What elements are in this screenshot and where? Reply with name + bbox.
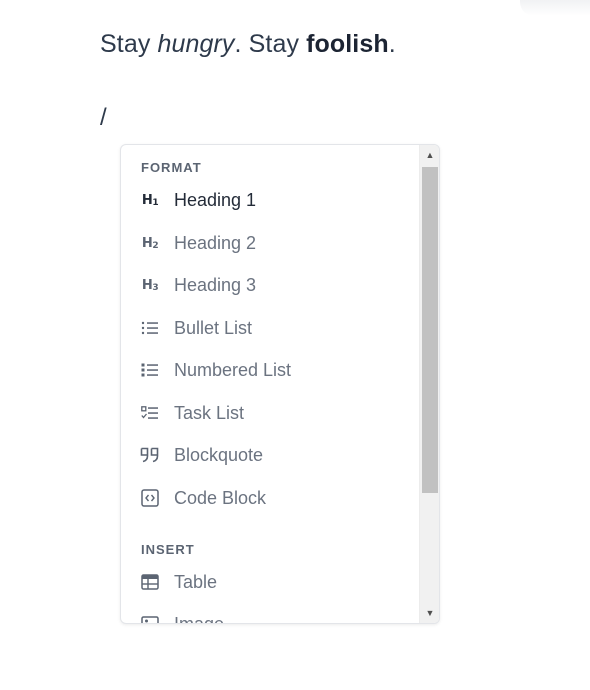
text-segment: Stay [100,30,158,58]
section-label-insert: INSERT [141,542,195,557]
menu-item-bullet-list[interactable]: Bullet List [131,311,411,345]
menu-item-heading-2[interactable]: H2 Heading 2 [131,226,411,260]
editor-paragraph[interactable]: Stay hungry. Stay foolish. [100,30,396,59]
menu-item-heading-1[interactable]: H1 Heading 1 [131,183,411,217]
menu-item-heading-3[interactable]: H3 Heading 3 [131,268,411,302]
menu-scrollbar[interactable]: ▲ ▼ [419,145,439,623]
page: Stay hungry. Stay foolish. / FORMAT H1 H… [0,0,590,690]
menu-item-label: Heading 2 [174,232,257,253]
heading-3-icon: H3 [141,277,159,293]
menu-item-image[interactable]: Image [131,607,411,623]
menu-item-label: Task List [174,402,245,423]
menu-item-label: Table [174,571,218,592]
menu-list: FORMAT H1 Heading 1 H2 Heading 2 H3 Head… [121,145,419,623]
task-list-icon [139,402,161,424]
image-icon [139,613,161,623]
menu-item-label: Blockquote [174,444,264,465]
text-segment: . [388,30,396,58]
table-icon [139,571,161,593]
slash-command-input[interactable]: / [100,104,107,132]
italic-text: hungry [157,30,235,58]
scroll-up-arrow-icon[interactable]: ▲ [420,147,439,163]
menu-item-numbered-list[interactable]: Numbered List [131,353,411,387]
blockquote-icon [139,444,161,466]
heading-2-icon: H2 [141,235,159,251]
menu-item-blockquote[interactable]: Blockquote [131,438,411,472]
menu-item-label: Numbered List [174,359,292,380]
scroll-down-arrow-icon[interactable]: ▼ [420,605,439,621]
menu-item-label: Heading 1 [174,189,257,210]
section-label-format: FORMAT [141,160,202,175]
slash-command-menu: FORMAT H1 Heading 1 H2 Heading 2 H3 Head… [120,144,440,624]
menu-item-code-block[interactable]: Code Block [131,481,411,515]
bold-text: foolish [306,30,389,58]
menu-item-label: Heading 3 [174,274,257,295]
heading-1-icon: H1 [141,192,159,208]
numbered-list-icon [139,359,161,381]
code-block-icon [139,487,161,509]
corner-shade [520,0,590,16]
menu-item-label: Code Block [174,487,267,508]
menu-item-label: Bullet List [174,317,253,338]
text-segment: . Stay [234,30,307,58]
scrollbar-thumb[interactable] [422,167,438,493]
bullet-list-icon [139,317,161,339]
menu-item-label: Image [174,614,224,624]
menu-item-task-list[interactable]: Task List [131,396,411,430]
menu-item-table[interactable]: Table [131,565,411,599]
